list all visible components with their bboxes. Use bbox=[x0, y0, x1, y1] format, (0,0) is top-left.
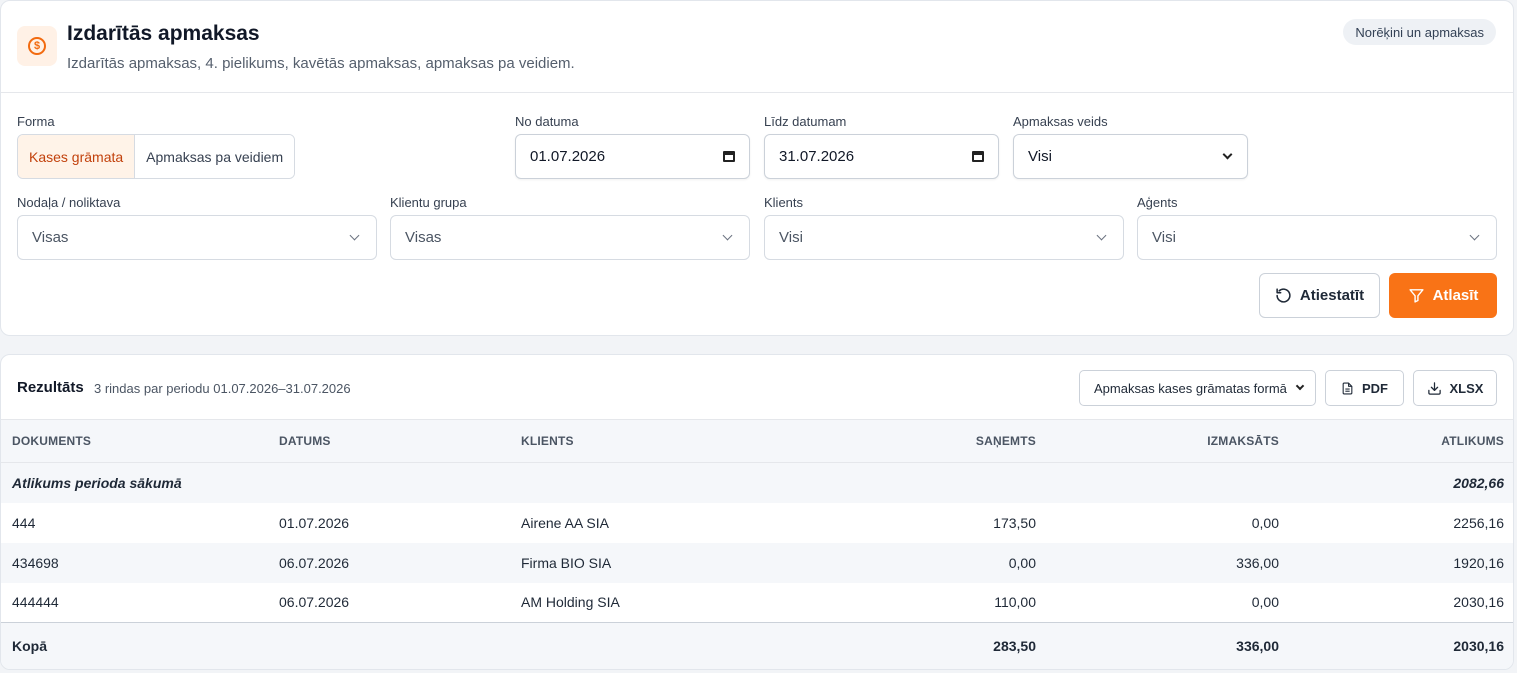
total-paid: 336,00 bbox=[1047, 622, 1290, 669]
cell-document: 434698 bbox=[1, 542, 268, 583]
chevron-down-icon bbox=[1222, 149, 1233, 160]
results-title: Rezultāts bbox=[17, 379, 84, 396]
table-header-row: DOKUMENTS DATUMS KLIENTS SAŅEMTS IZMAKSĀ… bbox=[1, 419, 1513, 463]
cell-client: Airene AA SIA bbox=[521, 514, 609, 531]
table-row[interactable]: 444 01.07.2026 Airene AA SIA 173,50 0,00… bbox=[1, 503, 1513, 543]
chevron-down-icon bbox=[349, 230, 360, 241]
export-xlsx-button[interactable]: XLSX bbox=[1413, 370, 1497, 406]
export-pdf-button[interactable]: PDF bbox=[1325, 370, 1404, 406]
chevron-down-icon bbox=[1295, 381, 1305, 391]
agent-select[interactable]: Visi bbox=[1137, 215, 1497, 260]
column-header-client[interactable]: KLIENTS bbox=[510, 419, 790, 463]
cell-document: 444444 bbox=[12, 594, 59, 611]
opening-balance-value: 2082,66 bbox=[1290, 462, 1513, 503]
page-subtitle: Izdarītās apmaksas, 4. pielikums, kavētā… bbox=[67, 55, 575, 72]
download-icon bbox=[1427, 381, 1441, 395]
client-group-label: Klientu grupa bbox=[390, 195, 467, 210]
cell-date: 01.07.2026 bbox=[279, 514, 350, 531]
report-form-value: Apmaksas kases grāmatas formā bbox=[1094, 380, 1287, 396]
header-divider bbox=[1, 92, 1513, 93]
opening-balance-label: Atlikums perioda sākumā bbox=[1, 462, 1290, 503]
payment-type-value: Visi bbox=[1028, 148, 1052, 165]
report-form-select[interactable]: Apmaksas kases grāmatas formā bbox=[1079, 370, 1316, 406]
cell-paid: 336,00 bbox=[1047, 542, 1290, 583]
calendar-icon[interactable] bbox=[972, 151, 984, 162]
agent-value: Visi bbox=[1152, 229, 1176, 246]
column-header-document[interactable]: DOKUMENTS bbox=[1, 419, 268, 463]
to-date-label: Līdz datumam bbox=[764, 114, 847, 129]
column-header-received[interactable]: SAŅEMTS bbox=[790, 419, 1047, 463]
reset-button-label: Atiestatīt bbox=[1299, 287, 1365, 304]
client-group-value: Visas bbox=[405, 229, 442, 246]
column-header-date[interactable]: DATUMS bbox=[268, 419, 510, 463]
results-card: Rezultāts 3 rindas par periodu 01.07.202… bbox=[0, 354, 1514, 670]
document-icon bbox=[1342, 382, 1353, 394]
filters-card: $ Izdarītās apmaksas Izdarītās apmaksas,… bbox=[0, 0, 1514, 336]
client-label: Klients bbox=[764, 195, 804, 210]
from-date-label: No datuma bbox=[515, 114, 579, 129]
results-table: DOKUMENTS DATUMS KLIENTS SAŅEMTS IZMAKSĀ… bbox=[1, 419, 1513, 669]
cell-balance: 2030,16 bbox=[1453, 594, 1504, 611]
column-header-balance[interactable]: ATLIKUMS bbox=[1290, 419, 1513, 463]
cell-balance: 2256,16 bbox=[1453, 514, 1504, 531]
department-label: Nodaļa / noliktava bbox=[17, 195, 121, 210]
cell-received: 110,00 bbox=[994, 594, 1036, 611]
cell-document: 444 bbox=[12, 514, 36, 531]
apply-filter-button[interactable]: Atlasīt bbox=[1389, 273, 1497, 318]
to-date-input[interactable]: 31.07.2026 bbox=[764, 134, 999, 179]
cell-date: 06.07.2026 bbox=[268, 542, 510, 583]
table-row[interactable]: 434698 06.07.2026 Firma BIO SIA 0,00 336… bbox=[1, 542, 1513, 583]
filter-icon bbox=[1408, 289, 1424, 303]
forma-segmented-control: Kases grāmata Apmaksas pa veidiem bbox=[17, 134, 296, 179]
opening-balance-row: Atlikums perioda sākumā 2082,66 bbox=[1, 462, 1513, 503]
to-date-value: 31.07.2026 bbox=[779, 148, 855, 165]
table-row[interactable]: 444444 06.07.2026 AM Holding SIA 110,00 … bbox=[1, 583, 1513, 623]
forma-option-apmaksas-pa-veidiem[interactable]: Apmaksas pa veidiem bbox=[135, 135, 295, 178]
forma-option-kases-gramata[interactable]: Kases grāmata bbox=[18, 135, 136, 178]
cell-balance: 1920,16 bbox=[1290, 542, 1513, 583]
total-label: Kopā bbox=[1, 622, 790, 669]
column-header-paid[interactable]: IZMAKSĀTS bbox=[1047, 419, 1290, 463]
calendar-icon[interactable] bbox=[723, 151, 735, 162]
department-select[interactable]: Visas bbox=[17, 215, 377, 260]
chevron-down-icon bbox=[1096, 230, 1107, 241]
total-balance: 2030,16 bbox=[1290, 622, 1513, 669]
category-badge[interactable]: Norēķini un apmaksas bbox=[1343, 19, 1496, 45]
total-received: 283,50 bbox=[790, 622, 1047, 669]
results-meta: 3 rindas par periodu 01.07.2026–31.07.20… bbox=[94, 381, 351, 396]
coin-icon: $ bbox=[17, 26, 57, 66]
payment-type-label: Apmaksas veids bbox=[1013, 114, 1108, 129]
department-value: Visas bbox=[32, 229, 69, 246]
cell-paid: 0,00 bbox=[1251, 514, 1279, 531]
client-value: Visi bbox=[779, 229, 803, 246]
total-row: Kopā 283,50 336,00 2030,16 bbox=[1, 622, 1513, 669]
page-title: Izdarītās apmaksas bbox=[67, 22, 260, 45]
cell-client: AM Holding SIA bbox=[521, 594, 620, 611]
client-select[interactable]: Visi bbox=[764, 215, 1124, 260]
cell-paid: 0,00 bbox=[1251, 594, 1279, 611]
from-date-input[interactable]: 01.07.2026 bbox=[515, 134, 750, 179]
reset-icon bbox=[1276, 288, 1291, 303]
agent-label: Aģents bbox=[1137, 195, 1178, 210]
chevron-down-icon bbox=[722, 230, 733, 241]
cell-date: 06.07.2026 bbox=[279, 594, 350, 611]
cell-client: Firma BIO SIA bbox=[510, 542, 790, 583]
pdf-label: PDF bbox=[1362, 380, 1388, 396]
apply-button-label: Atlasīt bbox=[1432, 287, 1479, 304]
xlsx-label: XLSX bbox=[1449, 380, 1484, 396]
cell-received: 0,00 bbox=[790, 542, 1047, 583]
reset-button[interactable]: Atiestatīt bbox=[1259, 273, 1380, 318]
chevron-down-icon bbox=[1469, 230, 1480, 241]
payment-type-select[interactable]: Visi bbox=[1013, 134, 1248, 179]
forma-label: Forma bbox=[17, 114, 55, 129]
from-date-value: 01.07.2026 bbox=[530, 148, 606, 165]
client-group-select[interactable]: Visas bbox=[390, 215, 750, 260]
cell-received: 173,50 bbox=[993, 514, 1036, 531]
